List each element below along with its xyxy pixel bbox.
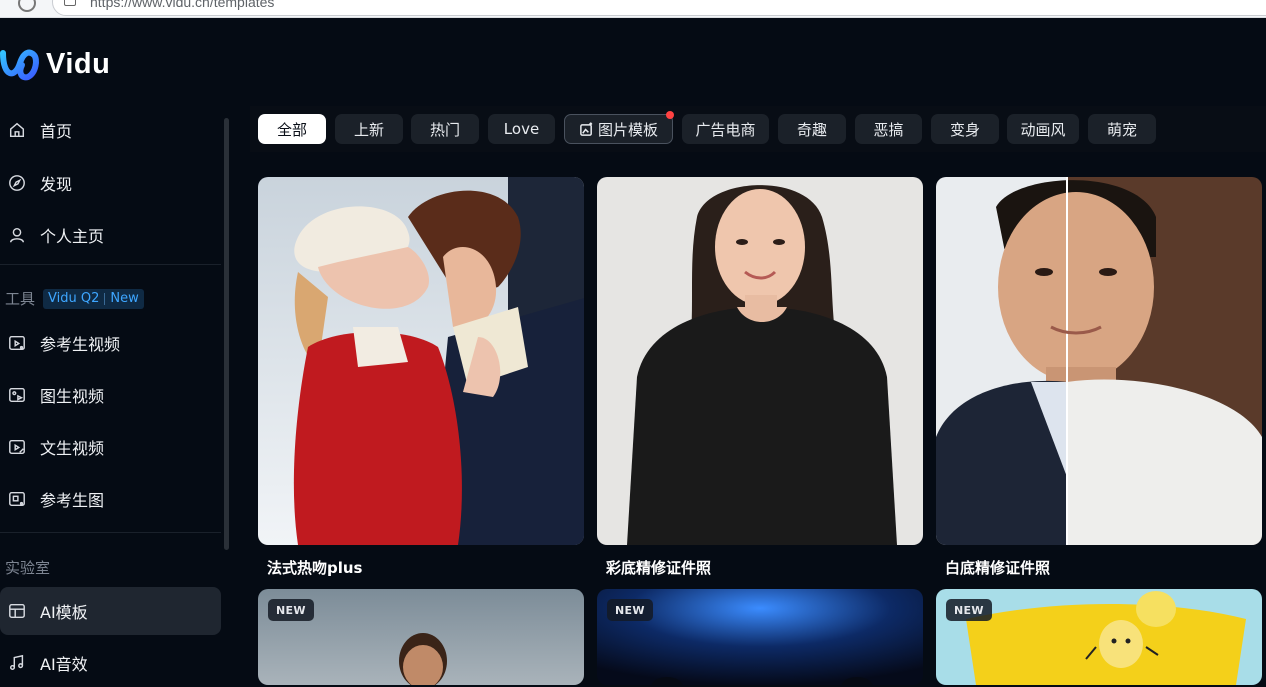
- compass-icon: [6, 172, 28, 194]
- reload-icon[interactable]: [18, 0, 36, 12]
- tools-section-label: 工具 Vidu Q2 New: [5, 288, 144, 309]
- image-to-video-icon: [6, 384, 28, 406]
- new-badge: NEW: [946, 599, 992, 621]
- sidebar-item-label: AI音效: [40, 655, 88, 674]
- template-thumbnail: [258, 177, 584, 545]
- sidebar-item-ai-sound[interactable]: AI音效: [0, 639, 221, 687]
- vidu-logo-icon: [0, 49, 39, 81]
- sidebar-divider: [0, 532, 221, 533]
- new-badge: NEW: [268, 599, 314, 621]
- sidebar-item-label: 首页: [40, 122, 73, 141]
- reference-video-icon: [6, 332, 28, 354]
- tab-love[interactable]: Love: [488, 114, 555, 144]
- tab-image-templates[interactable]: 图片模板: [564, 111, 674, 144]
- tab-animation[interactable]: 动画风: [1007, 114, 1079, 144]
- sidebar-item-text-to-video[interactable]: 文生视频: [0, 423, 221, 471]
- user-icon: [6, 224, 28, 246]
- music-note-icon: [6, 652, 28, 674]
- sidebar-item-reference-image[interactable]: 参考生图: [0, 475, 221, 523]
- template-card[interactable]: NEW: [597, 589, 923, 685]
- tab-label: 图片模板: [597, 120, 658, 139]
- template-title: 彩底精修证件照: [606, 559, 712, 577]
- tools-label: 工具: [5, 290, 36, 308]
- lab-section-label: 实验室: [5, 557, 50, 578]
- template-thumbnail: [597, 177, 923, 545]
- sidebar-item-label: 参考生图: [40, 491, 105, 510]
- template-thumbnail: [936, 177, 1262, 545]
- template-title: 白底精修证件照: [945, 559, 1051, 577]
- sidebar-item-label: 图生视频: [40, 387, 105, 406]
- reference-image-icon: [6, 488, 28, 510]
- vidu-logo[interactable]: Vidu: [0, 44, 110, 84]
- sidebar-divider: [0, 264, 221, 265]
- lock-icon: [64, 0, 76, 6]
- browser-address-bar: https://www.vidu.cn/templates: [0, 0, 1266, 18]
- template-card[interactable]: 法式热吻plus: [258, 177, 584, 578]
- sidebar: 首页 发现 个人主页 工具 Vidu Q2 New 参考生视频 图生视频 文生视…: [0, 104, 229, 687]
- tab-pets[interactable]: 萌宠: [1088, 114, 1156, 144]
- tab-new[interactable]: 上新: [335, 114, 403, 144]
- sidebar-item-home[interactable]: 首页: [0, 106, 221, 154]
- sidebar-item-profile[interactable]: 个人主页: [0, 211, 221, 259]
- sidebar-item-label: 发现: [40, 175, 73, 194]
- template-card[interactable]: NEW: [936, 589, 1262, 685]
- notification-dot: [666, 111, 674, 119]
- template-card[interactable]: NEW: [258, 589, 584, 685]
- tab-transform[interactable]: 变身: [931, 114, 999, 144]
- sidebar-item-label: 文生视频: [40, 439, 105, 458]
- tab-prank[interactable]: 恶搞: [855, 114, 922, 144]
- sidebar-item-label: 个人主页: [40, 227, 105, 246]
- sidebar-item-discover[interactable]: 发现: [0, 159, 221, 207]
- model-badge: Vidu Q2 New: [43, 288, 144, 309]
- model-badge-new: New: [110, 291, 139, 306]
- tab-ads-ecommerce[interactable]: 广告电商: [682, 114, 769, 144]
- sidebar-item-label: 参考生视频: [40, 335, 121, 354]
- tab-quirky[interactable]: 奇趣: [778, 114, 846, 144]
- sidebar-item-image-to-video[interactable]: 图生视频: [0, 371, 221, 419]
- url-text[interactable]: https://www.vidu.cn/templates: [90, 0, 274, 10]
- logo-text: Vidu: [46, 47, 111, 80]
- sidebar-item-label: AI模板: [40, 603, 88, 622]
- sidebar-item-reference-video[interactable]: 参考生视频: [0, 319, 221, 367]
- tab-all[interactable]: 全部: [258, 114, 326, 144]
- home-icon: [6, 119, 28, 141]
- tab-hot[interactable]: 热门: [411, 114, 479, 144]
- template-icon: [6, 600, 28, 622]
- sidebar-item-ai-template[interactable]: AI模板: [0, 587, 221, 635]
- template-card[interactable]: 白底精修证件照: [936, 177, 1262, 578]
- template-card[interactable]: 彩底精修证件照: [597, 177, 923, 578]
- image-edit-icon: [579, 121, 594, 137]
- text-to-video-icon: [6, 436, 28, 458]
- sidebar-scrollbar[interactable]: [224, 118, 229, 550]
- model-badge-name: Vidu Q2: [48, 291, 100, 306]
- badge-divider: [104, 292, 106, 305]
- new-badge: NEW: [607, 599, 653, 621]
- template-title: 法式热吻plus: [267, 559, 363, 577]
- lab-label: 实验室: [5, 559, 51, 577]
